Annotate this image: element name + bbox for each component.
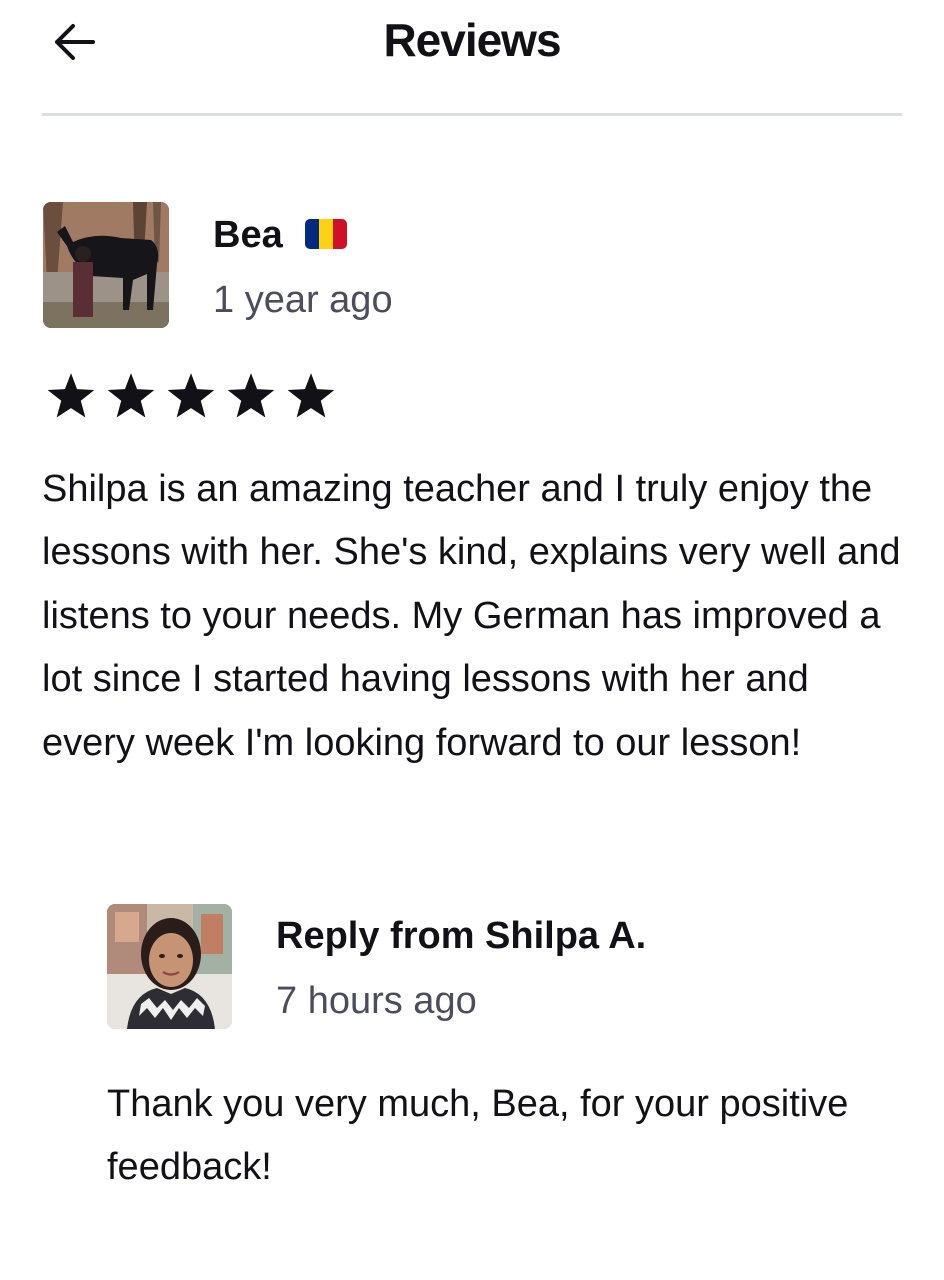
review-text: Shilpa is an amazing teacher and I truly…: [42, 468, 901, 764]
reply-text: Thank you very much, Bea, for your posit…: [107, 1083, 849, 1189]
star-rating: [46, 372, 336, 420]
romania-flag-icon: [305, 219, 347, 249]
star-icon: [46, 372, 96, 420]
reply-author: Reply from Shilpa A.: [276, 915, 647, 957]
page-title: Reviews: [383, 14, 561, 66]
header-divider: [42, 113, 902, 116]
star-icon: [106, 372, 156, 420]
reply-avatar: [107, 904, 232, 1029]
reply-time: 7 hours ago: [276, 980, 477, 1022]
reviewer-avatar: [43, 202, 169, 328]
review-time: 1 year ago: [213, 279, 393, 321]
star-icon: [166, 372, 216, 420]
star-icon: [226, 372, 276, 420]
reviewer-name: Bea: [213, 214, 283, 256]
header: Reviews: [0, 0, 944, 115]
star-icon: [286, 372, 336, 420]
